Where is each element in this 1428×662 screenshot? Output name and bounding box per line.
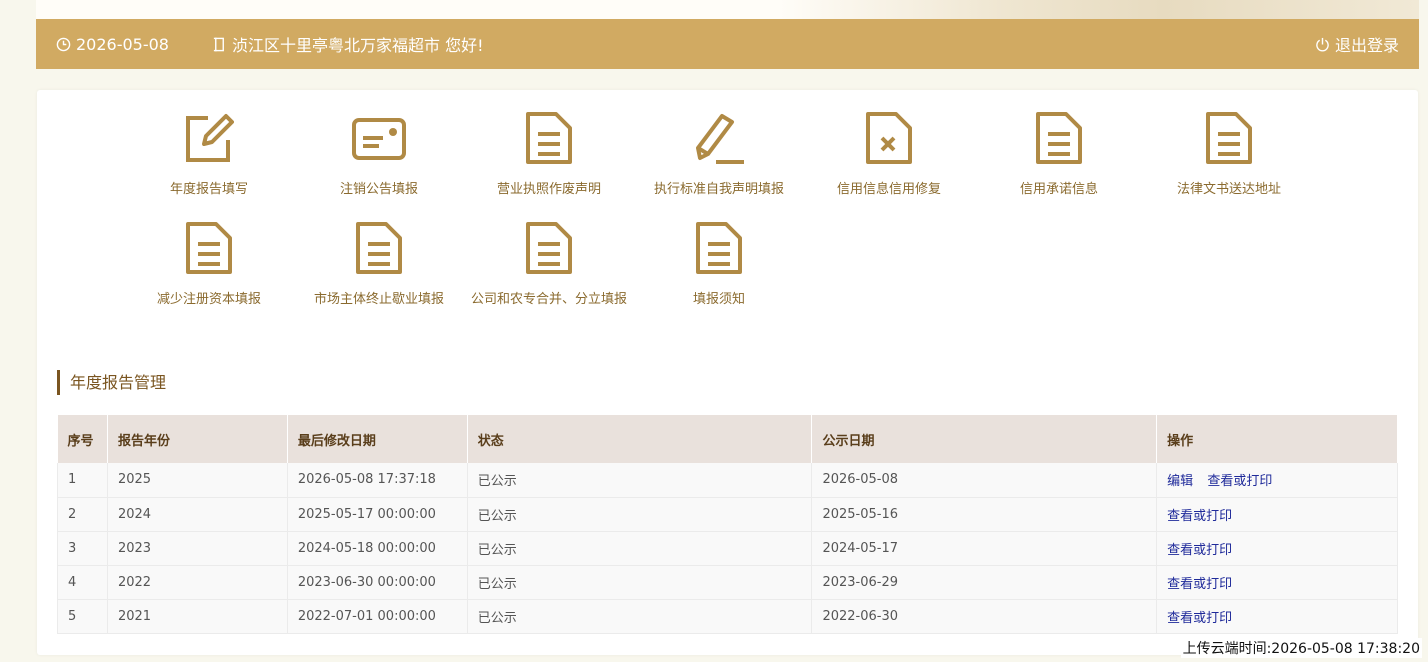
cell-status: 已公示 — [467, 599, 813, 634]
menu-license-void[interactable]: 营业执照作废声明 — [464, 90, 634, 197]
cell-no: 2 — [57, 497, 108, 532]
cell-modified: 2024-05-18 00:00:00 — [287, 531, 468, 566]
table-header-row: 序号 报告年份 最后修改日期 状态 公示日期 操作 — [57, 415, 1398, 463]
cell-modified: 2023-06-30 00:00:00 — [287, 565, 468, 600]
view-print-link[interactable]: 查看或打印 — [1167, 611, 1232, 626]
menu-label: 营业执照作废声明 — [496, 182, 601, 197]
greeting-text: 浈江区十里亭粤北万家福超市 您好! — [232, 36, 484, 55]
cell-actions: 查看或打印 — [1156, 599, 1398, 634]
annual-report-table: 序号 报告年份 最后修改日期 状态 公示日期 操作 1 2025 2026-05… — [57, 415, 1398, 634]
menu-label: 市场主体终止歇业填报 — [313, 292, 444, 307]
col-header-status: 状态 — [467, 415, 813, 463]
view-print-link[interactable]: 查看或打印 — [1167, 509, 1232, 524]
menu-merger-split[interactable]: 公司和农专合并、分立填报 — [464, 200, 634, 307]
date-text: 2026-05-08 — [76, 34, 169, 54]
document-x-icon — [866, 112, 912, 164]
col-header-no: 序号 — [57, 415, 108, 463]
cell-actions: 查看或打印 — [1156, 565, 1398, 600]
header-greeting: 浈江区十里亭粤北万家福超市 您好! — [212, 32, 484, 56]
document-icon — [186, 222, 232, 274]
document-icon — [526, 222, 572, 274]
header-bar: 2026-05-08 浈江区十里亭粤北万家福超市 您好! 退出登录 — [36, 19, 1419, 69]
section-title: 年度报告管理 — [57, 370, 166, 395]
cell-year: 2021 — [107, 599, 288, 634]
banner-decoration — [779, 0, 1419, 19]
cell-status: 已公示 — [467, 497, 813, 532]
cell-publish: 2026-05-08 — [811, 463, 1158, 498]
menu-credit-repair[interactable]: 信用信息信用修复 — [804, 90, 974, 197]
menu-capital-reduction[interactable]: 减少注册资本填报 — [124, 200, 294, 307]
cell-no: 1 — [57, 463, 108, 498]
pencil-icon — [696, 114, 744, 164]
menu-label: 公司和农专合并、分立填报 — [470, 292, 627, 307]
cell-no: 4 — [57, 565, 108, 600]
menu-standard-declaration[interactable]: 执行标准自我声明填报 — [634, 90, 804, 197]
logout-label: 退出登录 — [1334, 36, 1399, 55]
cell-status: 已公示 — [467, 565, 813, 600]
power-icon — [1316, 37, 1329, 51]
view-print-link[interactable]: 查看或打印 — [1167, 577, 1232, 592]
table-row: 5 2021 2022-07-01 00:00:00 已公示 2022-06-3… — [57, 599, 1398, 634]
cell-modified: 2026-05-08 17:37:18 — [287, 463, 468, 498]
table-row: 4 2022 2023-06-30 00:00:00 已公示 2023-06-2… — [57, 565, 1398, 600]
menu-label: 信用承诺信息 — [1019, 182, 1098, 197]
menu-filing-notice[interactable]: 填报须知 — [634, 200, 804, 307]
document-icon — [356, 222, 402, 274]
cell-no: 3 — [57, 531, 108, 566]
menu-label: 信用信息信用修复 — [836, 182, 941, 197]
view-print-link[interactable]: 查看或打印 — [1207, 474, 1272, 489]
cell-actions: 编辑 查看或打印 — [1156, 463, 1398, 498]
menu-label: 法律文书送达地址 — [1176, 182, 1281, 197]
table-row: 1 2025 2026-05-08 17:37:18 已公示 2026-05-0… — [57, 463, 1398, 498]
menu-label: 执行标准自我声明填报 — [653, 182, 784, 197]
col-header-year: 报告年份 — [107, 415, 288, 463]
cell-modified: 2022-07-01 00:00:00 — [287, 599, 468, 634]
document-icon — [526, 112, 572, 164]
cell-publish: 2024-05-17 — [811, 531, 1158, 566]
cell-actions: 查看或打印 — [1156, 531, 1398, 566]
document-icon — [1206, 112, 1252, 164]
col-header-publish: 公示日期 — [811, 415, 1158, 463]
main-panel: 年度报告填写 注销公告填报 营业执照作废声明 执行标准自我声明填报 信用信息信用… — [37, 90, 1418, 655]
cell-year: 2022 — [107, 565, 288, 600]
menu-label: 填报须知 — [692, 292, 745, 307]
cell-status: 已公示 — [467, 531, 813, 566]
menu-label: 减少注册资本填报 — [156, 292, 261, 307]
cell-publish: 2025-05-16 — [811, 497, 1158, 532]
col-header-actions: 操作 — [1156, 415, 1398, 463]
cell-actions: 查看或打印 — [1156, 497, 1398, 532]
edit-icon — [186, 114, 234, 162]
top-banner — [36, 0, 1419, 19]
menu-credit-commitment[interactable]: 信用承诺信息 — [974, 90, 1144, 197]
logout-button[interactable]: 退出登录 — [1315, 32, 1399, 56]
table-row: 2 2024 2025-05-17 00:00:00 已公示 2025-05-1… — [57, 497, 1398, 532]
cell-year: 2023 — [107, 531, 288, 566]
menu-business-termination[interactable]: 市场主体终止歇业填报 — [294, 200, 464, 307]
header-date: 2026-05-08 — [56, 35, 212, 54]
edit-link[interactable]: 编辑 — [1167, 474, 1193, 489]
card-icon — [352, 118, 406, 160]
menu-cancellation-notice[interactable]: 注销公告填报 — [294, 90, 464, 197]
col-header-modified: 最后修改日期 — [287, 415, 468, 463]
cell-year: 2025 — [107, 463, 288, 498]
menu-label: 年度报告填写 — [169, 182, 248, 197]
table-row: 3 2023 2024-05-18 00:00:00 已公示 2024-05-1… — [57, 531, 1398, 566]
menu-label: 注销公告填报 — [339, 182, 418, 197]
cell-year: 2024 — [107, 497, 288, 532]
menu-legal-address[interactable]: 法律文书送达地址 — [1144, 90, 1314, 197]
cell-publish: 2023-06-29 — [811, 565, 1158, 600]
cell-publish: 2022-06-30 — [811, 599, 1158, 634]
upload-timestamp: 上传云端时间:2026-05-08 17:38:20 — [1180, 638, 1422, 658]
cell-status: 已公示 — [467, 463, 813, 498]
view-print-link[interactable]: 查看或打印 — [1167, 543, 1232, 558]
cell-no: 5 — [57, 599, 108, 634]
store-icon — [213, 37, 224, 51]
menu-annual-report[interactable]: 年度报告填写 — [124, 90, 294, 197]
clock-icon — [56, 37, 71, 51]
cell-modified: 2025-05-17 00:00:00 — [287, 497, 468, 532]
document-icon — [1036, 112, 1082, 164]
document-icon — [696, 222, 742, 274]
